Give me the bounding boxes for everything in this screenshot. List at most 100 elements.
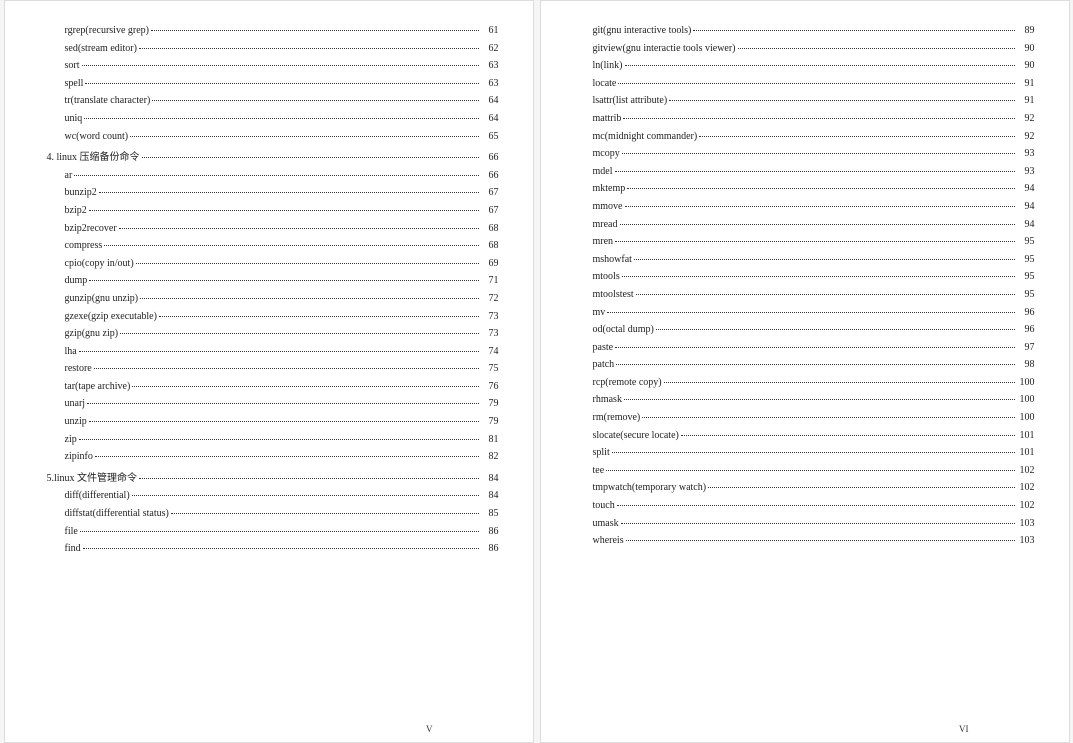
toc-dots [159,316,479,317]
toc-entry: file86 [65,526,499,537]
toc-entry-page: 75 [481,363,499,374]
toc-entry: mdel93 [593,166,1035,177]
toc-dots [699,136,1014,137]
toc-entry-page: 95 [1017,289,1035,300]
toc-dots [607,312,1014,313]
toc-entry-page: 100 [1017,394,1035,405]
toc-entry-page: 103 [1017,535,1035,546]
toc-entry: restore 75 [65,363,499,374]
toc-entry: bunzip267 [65,187,499,198]
toc-dots [79,439,479,440]
toc-entry: gzexe(gzip executable) 73 [65,311,499,322]
toc-dots [693,30,1014,31]
toc-dots [84,118,478,119]
toc-entry-text: ln(link) [593,60,623,71]
toc-entry-page: 92 [1017,113,1035,124]
toc-entry: uniq64 [65,113,499,124]
toc-entry: paste 97 [593,342,1035,353]
toc-entry: 4. linux 压缩备份命令66 [47,148,499,163]
toc-entry: gitview(gnu interactie tools viewer)90 [593,43,1035,54]
toc-entry-page: 91 [1017,95,1035,106]
toc-entry-page: 92 [1017,131,1035,142]
toc-entry-text: gitview(gnu interactie tools viewer) [593,43,736,54]
toc-entry-page: 84 [481,490,499,501]
toc-dots [606,470,1014,471]
toc-entry-text: touch [593,500,615,511]
toc-entry-page: 93 [1017,166,1035,177]
toc-entry-page: 86 [481,543,499,554]
toc-dots [624,399,1015,400]
toc-entry: find 86 [65,543,499,554]
toc-dots [89,280,478,281]
toc-entry-page: 73 [481,328,499,339]
toc-entry-page: 64 [481,95,499,106]
toc-entry: ln(link)90 [593,60,1035,71]
toc-dots [140,298,478,299]
toc-list-left: rgrep(recursive grep)61sed(stream editor… [43,25,499,554]
toc-dots [625,65,1015,66]
toc-entry-page: 97 [1017,342,1035,353]
toc-entry-text: bzip2recover [65,223,117,234]
toc-entry-text: rhmask [593,394,622,405]
toc-dots [627,188,1014,189]
toc-entry-text: git(gnu interactive tools) [593,25,692,36]
toc-entry: od(octal dump) 96 [593,324,1035,335]
toc-entry: gunzip(gnu unzip)72 [65,293,499,304]
toc-dots [89,421,479,422]
toc-entry-page: 67 [481,205,499,216]
toc-entry-text: find [65,543,81,554]
toc-entry-page: 73 [481,311,499,322]
toc-dots [634,259,1015,260]
toc-entry-page: 102 [1017,482,1035,493]
toc-entry-text: cpio(copy in/out) [65,258,134,269]
toc-entry: rcp(remote copy)100 [593,377,1035,388]
toc-entry: mv96 [593,307,1035,318]
toc-entry-text: uniq [65,113,83,124]
toc-entry-text: od(octal dump) [593,324,654,335]
toc-entry-page: 66 [481,152,499,163]
toc-entry-page: 95 [1017,236,1035,247]
toc-dots [738,48,1015,49]
toc-entry: tar(tape archive)76 [65,381,499,392]
toc-entry-text: tmpwatch(temporary watch) [593,482,707,493]
toc-dots [120,333,478,334]
toc-entry-page: 68 [481,240,499,251]
toc-entry-text: mcopy [593,148,620,159]
toc-entry: dump71 [65,275,499,286]
toc-entry: lha74 [65,346,499,357]
toc-dots [151,30,479,31]
toc-dots [681,435,1015,436]
toc-dots [139,48,479,49]
toc-entry: tr(translate character)64 [65,95,499,106]
toc-entry-page: 95 [1017,271,1035,282]
toc-entry-text: 5.linux 文件管理命令 [47,469,138,484]
toc-entry-page: 96 [1017,324,1035,335]
toc-entry: compress68 [65,240,499,251]
toc-entry: diff(differential) 84 [65,490,499,501]
toc-entry: zip81 [65,434,499,445]
toc-entry: bzip267 [65,205,499,216]
toc-dots [87,403,478,404]
toc-entry-text: paste [593,342,614,353]
toc-entry: sort63 [65,60,499,71]
toc-entry-text: diff(differential) [65,490,130,501]
toc-entry-page: 67 [481,187,499,198]
toc-dots [636,294,1015,295]
toc-entry-text: mtools [593,271,620,282]
toc-dots [152,100,478,101]
toc-entry-text: rgrep(recursive grep) [65,25,150,36]
toc-entry-text: slocate(secure locate) [593,430,679,441]
toc-entry: mktemp94 [593,183,1035,194]
toc-entry-text: ar [65,170,73,181]
toc-dots [130,136,478,137]
toc-entry-text: gzexe(gzip executable) [65,311,157,322]
toc-page-left: rgrep(recursive grep)61sed(stream editor… [4,0,534,743]
toc-entry: git(gnu interactive tools)89 [593,25,1035,36]
toc-entry-page: 72 [481,293,499,304]
toc-dots [136,263,479,264]
toc-entry-page: 100 [1017,377,1035,388]
toc-entry: lsattr(list attribute)91 [593,95,1035,106]
toc-entry-text: restore [65,363,92,374]
toc-entry-text: mc(midnight commander) [593,131,698,142]
toc-dots [618,83,1014,84]
